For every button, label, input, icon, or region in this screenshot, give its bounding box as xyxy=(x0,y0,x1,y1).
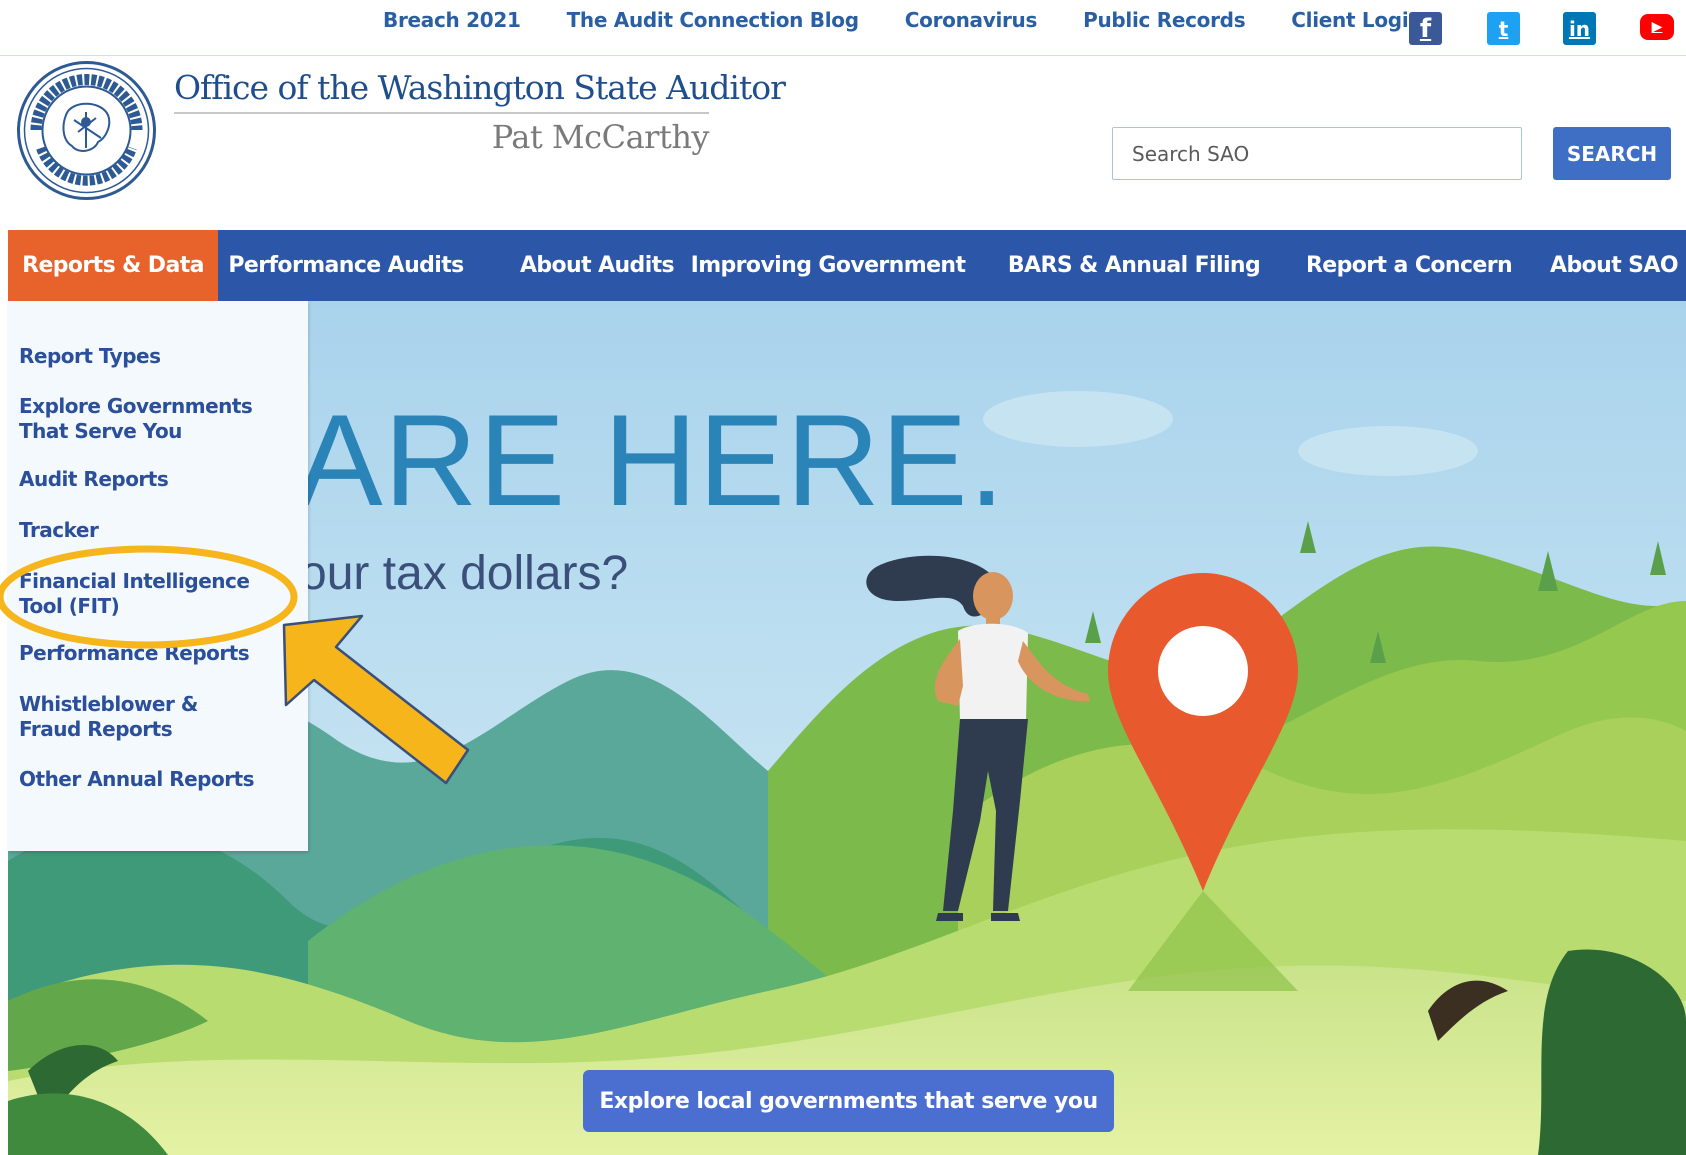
dropdown-item-explore-governments[interactable]: Explore Governments That Serve You xyxy=(19,394,294,444)
facebook-icon[interactable]: f xyxy=(1409,12,1442,45)
hero-headline: ARE HERE. xyxy=(296,387,1006,533)
brand-title[interactable]: Office of the Washington State Auditor xyxy=(174,68,786,107)
nav-improving-government[interactable]: Improving Government xyxy=(691,230,966,301)
utility-bar: Breach 2021 The Audit Connection Blog Co… xyxy=(0,0,1686,56)
utility-link-client-login[interactable]: Client Login xyxy=(1291,8,1422,32)
dropdown-item-whistleblower[interactable]: Whistleblower & Fraud Reports xyxy=(19,692,249,742)
dropdown-item-tracker[interactable]: Tracker xyxy=(19,518,299,543)
explore-governments-button[interactable]: Explore local governments that serve you xyxy=(583,1070,1114,1132)
youtube-icon[interactable]: ▶ xyxy=(1640,14,1674,40)
main-nav: Reports & Data Performance Audits About … xyxy=(8,230,1686,301)
state-auditor-seal-icon[interactable] xyxy=(16,60,157,201)
utility-link-coronavirus[interactable]: Coronavirus xyxy=(905,8,1038,32)
hero-subheadline: our tax dollars? xyxy=(300,547,629,600)
dropdown-item-fit[interactable]: Financial Intelligence Tool (FIT) xyxy=(19,569,279,619)
nav-bars-annual-filing[interactable]: BARS & Annual Filing xyxy=(1004,230,1264,301)
dropdown-item-other-annual-reports[interactable]: Other Annual Reports xyxy=(19,767,299,792)
linkedin-glyph: in xyxy=(1568,16,1591,41)
twitter-icon[interactable]: t xyxy=(1487,12,1520,45)
twitter-glyph: t xyxy=(1498,16,1509,41)
utility-links: Breach 2021 The Audit Connection Blog Co… xyxy=(383,8,1468,32)
linkedin-icon[interactable]: in xyxy=(1563,12,1596,45)
search-button[interactable]: SEARCH xyxy=(1553,127,1671,180)
nav-about-audits[interactable]: About Audits xyxy=(512,230,682,301)
dropdown-item-performance-reports[interactable]: Performance Reports xyxy=(19,641,299,666)
dropdown-item-report-types[interactable]: Report Types xyxy=(19,344,299,369)
brand-subtitle: Pat McCarthy xyxy=(491,118,710,156)
utility-link-breach[interactable]: Breach 2021 xyxy=(383,8,521,32)
nav-report-a-concern[interactable]: Report a Concern xyxy=(1300,230,1518,301)
dropdown-item-audit-reports[interactable]: Audit Reports xyxy=(19,467,299,492)
nav-reports-data[interactable]: Reports & Data xyxy=(8,230,218,301)
nav-performance-audits[interactable]: Performance Audits xyxy=(226,230,466,301)
facebook-glyph: f xyxy=(1419,13,1432,44)
reports-data-dropdown: Report Types Explore Governments That Se… xyxy=(8,301,308,851)
search-input[interactable] xyxy=(1112,127,1522,180)
brand-divider xyxy=(174,112,709,114)
utility-link-public-records[interactable]: Public Records xyxy=(1083,8,1245,32)
youtube-glyph: ▶ xyxy=(1651,19,1663,35)
utility-link-blog[interactable]: The Audit Connection Blog xyxy=(567,8,859,32)
nav-about-sao[interactable]: About SAO xyxy=(1544,230,1684,301)
